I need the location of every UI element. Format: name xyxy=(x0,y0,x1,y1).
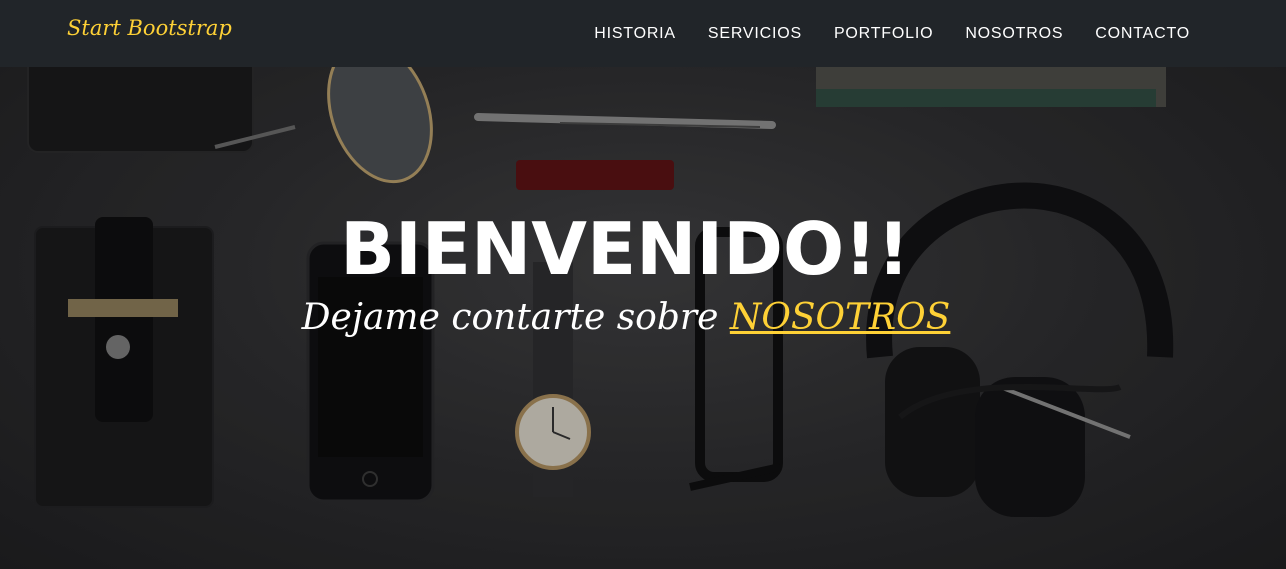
nav-link-servicios[interactable]: SERVICIOS xyxy=(708,25,802,43)
hero-subheading-text: Dejame contarte sobre xyxy=(301,297,719,338)
nav-link-nosotros[interactable]: NOSOTROS xyxy=(965,25,1063,43)
nav-link-contacto[interactable]: CONTACTO xyxy=(1095,25,1190,43)
nav-link-historia[interactable]: HISTORIA xyxy=(594,25,676,43)
nav-menu: HISTORIA SERVICIOS PORTFOLIO NOSOTROS CO… xyxy=(594,0,1190,67)
hero-subheading: Dejame contarte sobre NOSOTROS xyxy=(0,300,1252,336)
navbar: Start Bootstrap HISTORIA SERVICIOS PORTF… xyxy=(0,0,1286,67)
hero-section: BIENVENIDO!! Dejame contarte sobre NOSOT… xyxy=(0,67,1286,569)
hero-heading: BIENVENIDO!! xyxy=(340,207,910,292)
hero-nosotros-link[interactable]: NOSOTROS xyxy=(730,297,950,338)
nav-link-portfolio[interactable]: PORTFOLIO xyxy=(834,25,933,43)
brand-logo-link[interactable]: Start Bootstrap xyxy=(67,16,232,40)
